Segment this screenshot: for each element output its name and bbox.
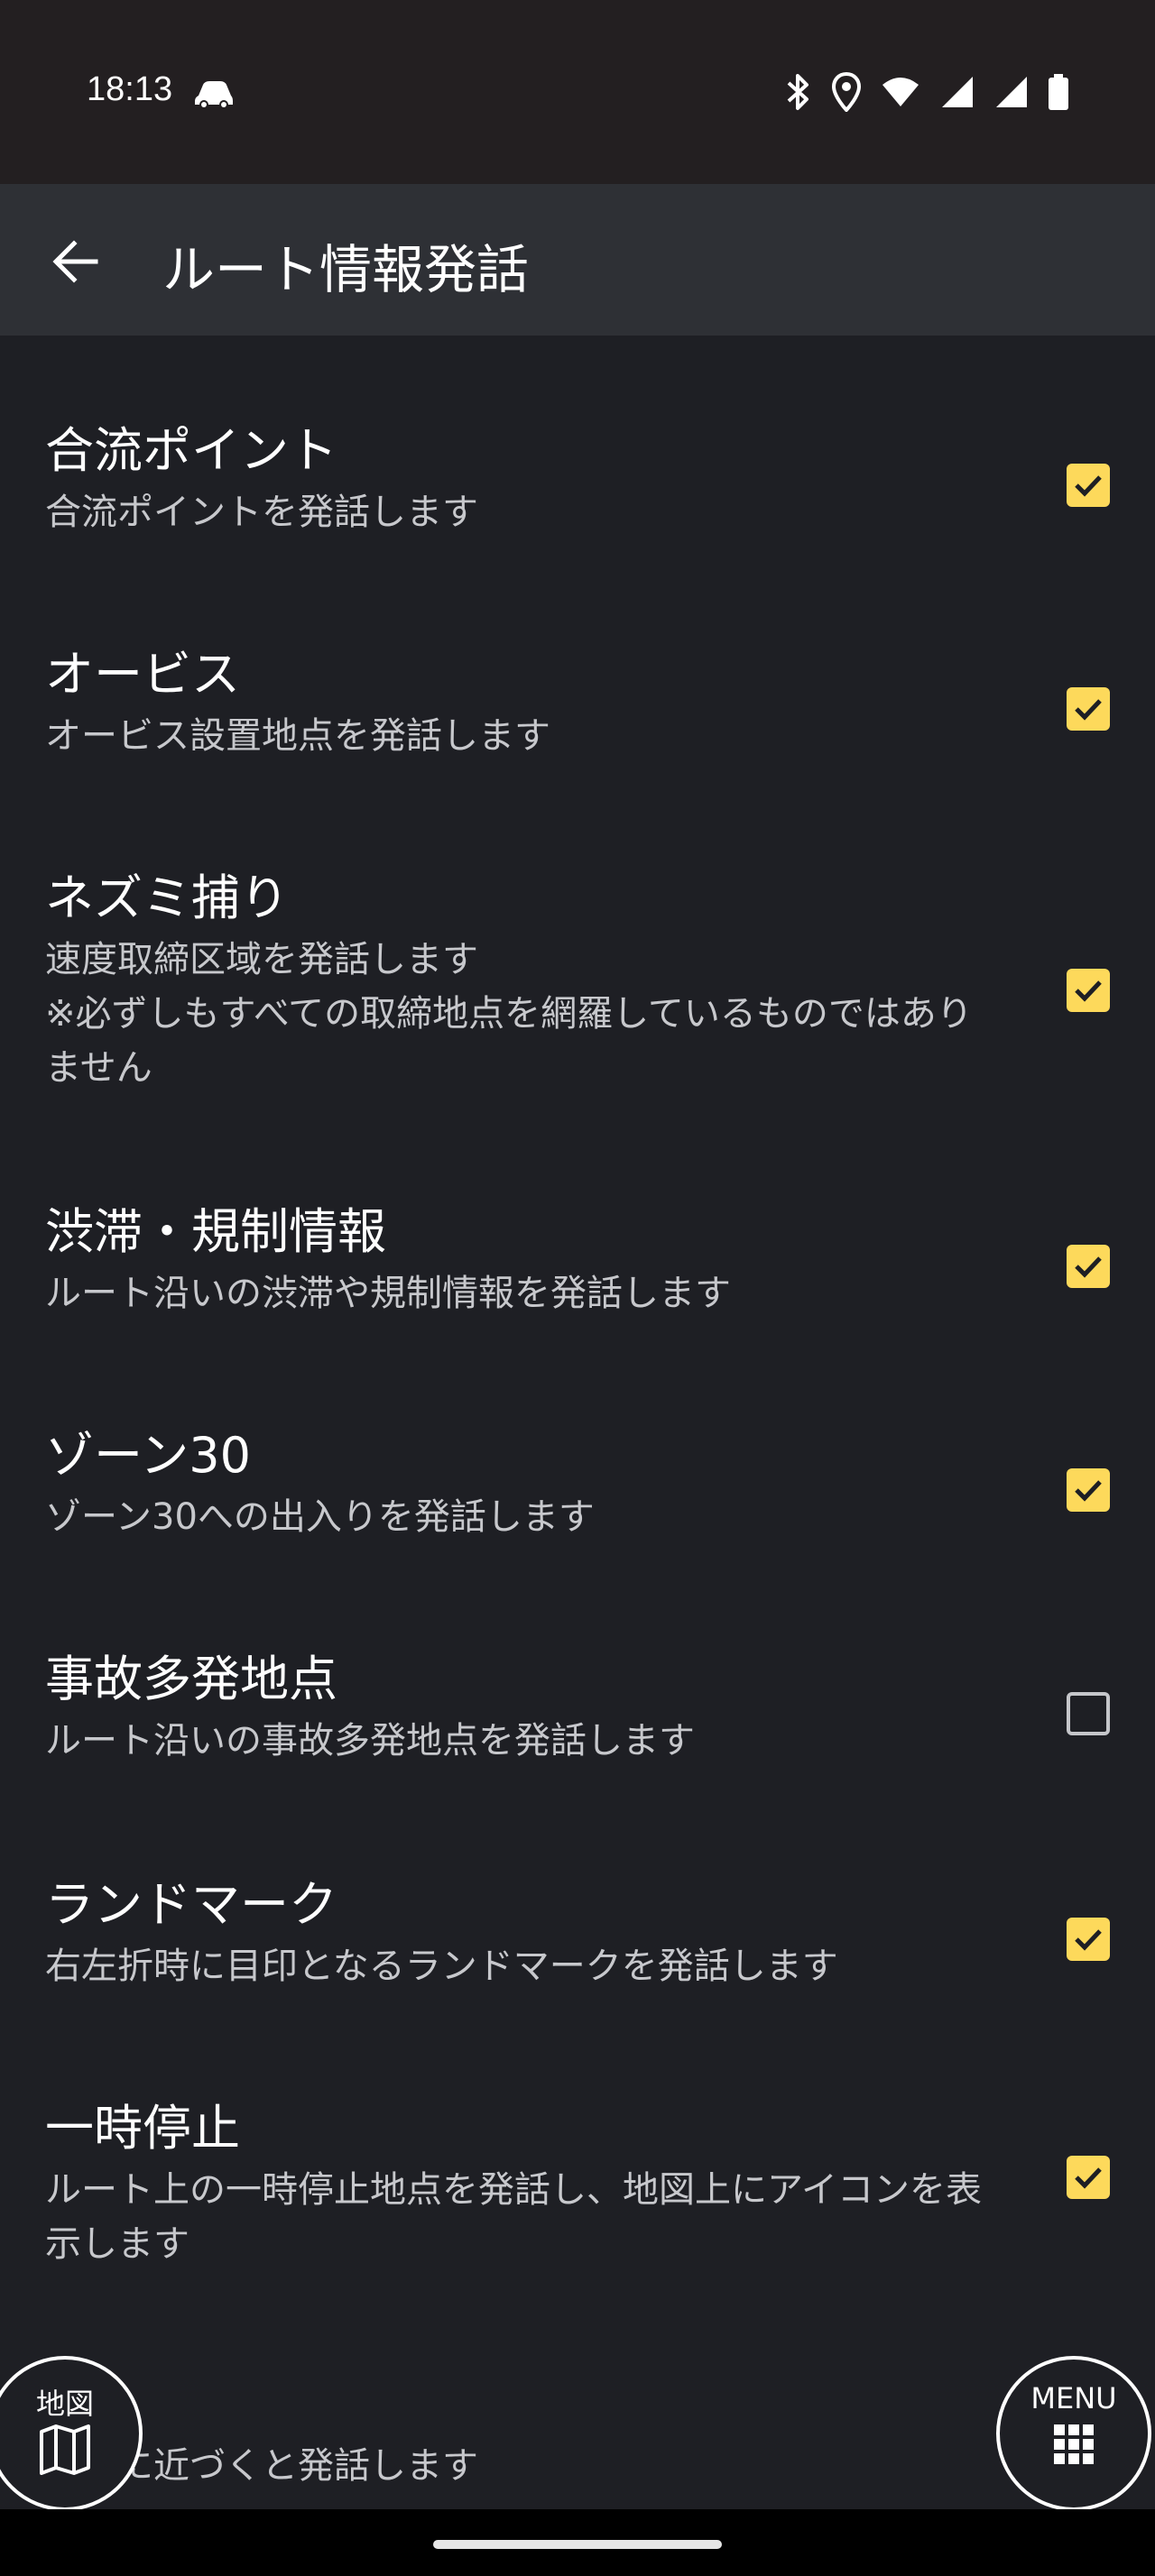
setting-stop-sign[interactable]: 一時停止 ルート上の一時停止地点を発話し、地図上にアイコンを表示します: [0, 2100, 1155, 2307]
setting-title: 事故多発地点: [45, 1651, 337, 1707]
menu-button[interactable]: MENU: [996, 2356, 1151, 2511]
map-button-label: 地図: [35, 2387, 94, 2421]
check-icon: [1075, 980, 1102, 1002]
setting-subtitle: 速度取締区域を発話します ※必ずしもすべての取締地点を網羅しているものではありま…: [45, 939, 973, 1089]
setting-checkbox-checked[interactable]: [1067, 1468, 1110, 1512]
home-gesture-handle[interactable]: [433, 2540, 722, 2549]
check-icon: [1075, 1256, 1102, 1278]
check-icon: [1075, 2167, 1102, 2189]
setting-title: オービス: [45, 646, 240, 703]
menu-button-label: MENU: [1030, 2381, 1117, 2415]
setting-landmark[interactable]: ランドマーク 右左折時に目印となるランドマークを発話します: [0, 1876, 1155, 2029]
setting-title: ゾーン30: [45, 1427, 252, 1484]
check-icon: [1075, 699, 1102, 721]
navigation-bar: [0, 2509, 1155, 2576]
setting-merge-point[interactable]: 合流ポイント 合流ポイントを発話します: [0, 422, 1155, 575]
setting-checkbox-checked[interactable]: [1067, 2156, 1110, 2199]
status-bar: 18:13: [0, 0, 1155, 184]
setting-checkbox-checked[interactable]: [1067, 1245, 1110, 1288]
bluetooth-icon: [787, 74, 808, 110]
arrow-left-icon: [52, 240, 98, 283]
setting-title: 一時停止: [45, 2100, 240, 2157]
setting-checkbox-checked[interactable]: [1067, 464, 1110, 507]
setting-speed-trap[interactable]: ネズミ捕り 速度取締区域を発話します ※必ずしもすべての取締地点を網羅しているも…: [0, 869, 1155, 1131]
signal-icon: [942, 77, 973, 107]
setting-orbis[interactable]: オービス オービス設置地点を発話します: [0, 646, 1155, 799]
back-button[interactable]: [43, 229, 108, 294]
setting-checkbox-checked[interactable]: [1067, 1918, 1110, 1961]
setting-checkbox-unchecked[interactable]: [1067, 1692, 1110, 1735]
signal-icon: [996, 77, 1027, 107]
setting-subtitle: に近づくと発話します: [117, 2445, 478, 2487]
grid-icon: [1054, 2424, 1094, 2464]
setting-subtitle: ルート沿いの渋滞や規制情報を発話します: [45, 1273, 731, 1314]
car-icon: [195, 81, 233, 109]
setting-subtitle: 右左折時に目印となるランドマークを発話します: [45, 1946, 838, 1987]
setting-title: 合流ポイント: [45, 422, 337, 479]
setting-checkbox-checked[interactable]: [1067, 687, 1110, 731]
check-icon: [1075, 475, 1102, 497]
wifi-icon: [882, 78, 919, 106]
setting-title: ネズミ捕り: [45, 869, 289, 926]
setting-subtitle: ルート沿いの事故多発地点を発話します: [45, 1720, 695, 1762]
setting-subtitle: オービス設置地点を発話します: [45, 715, 550, 757]
setting-subtitle: ルート上の一時停止地点を発話し、地図上にアイコンを表示します: [45, 2169, 982, 2265]
setting-partial[interactable]: に近づくと発話します: [0, 2352, 1155, 2506]
status-time: 18:13: [87, 70, 173, 108]
setting-accident-spot[interactable]: 事故多発地点 ルート沿いの事故多発地点を発話します: [0, 1651, 1155, 1804]
app-bar: ルート情報発話: [0, 184, 1155, 336]
check-icon: [1075, 1480, 1102, 1502]
setting-checkbox-checked[interactable]: [1067, 969, 1110, 1012]
setting-subtitle: ゾーン30への出入りを発話します: [45, 1496, 595, 1538]
setting-traffic-info[interactable]: 渋滞・規制情報 ルート沿いの渋滞や規制情報を発話します: [0, 1203, 1155, 1357]
map-icon: [40, 2424, 90, 2475]
page-title: ルート情報発話: [162, 239, 530, 300]
setting-subtitle: 合流ポイントを発話します: [45, 492, 478, 533]
location-icon: [832, 72, 861, 112]
setting-title: ランドマーク: [45, 1876, 337, 1933]
battery-icon: [1049, 74, 1068, 110]
setting-zone30[interactable]: ゾーン30 ゾーン30への出入りを発話します: [0, 1427, 1155, 1580]
check-icon: [1075, 1929, 1102, 1951]
setting-title: 渋滞・規制情報: [45, 1203, 386, 1260]
